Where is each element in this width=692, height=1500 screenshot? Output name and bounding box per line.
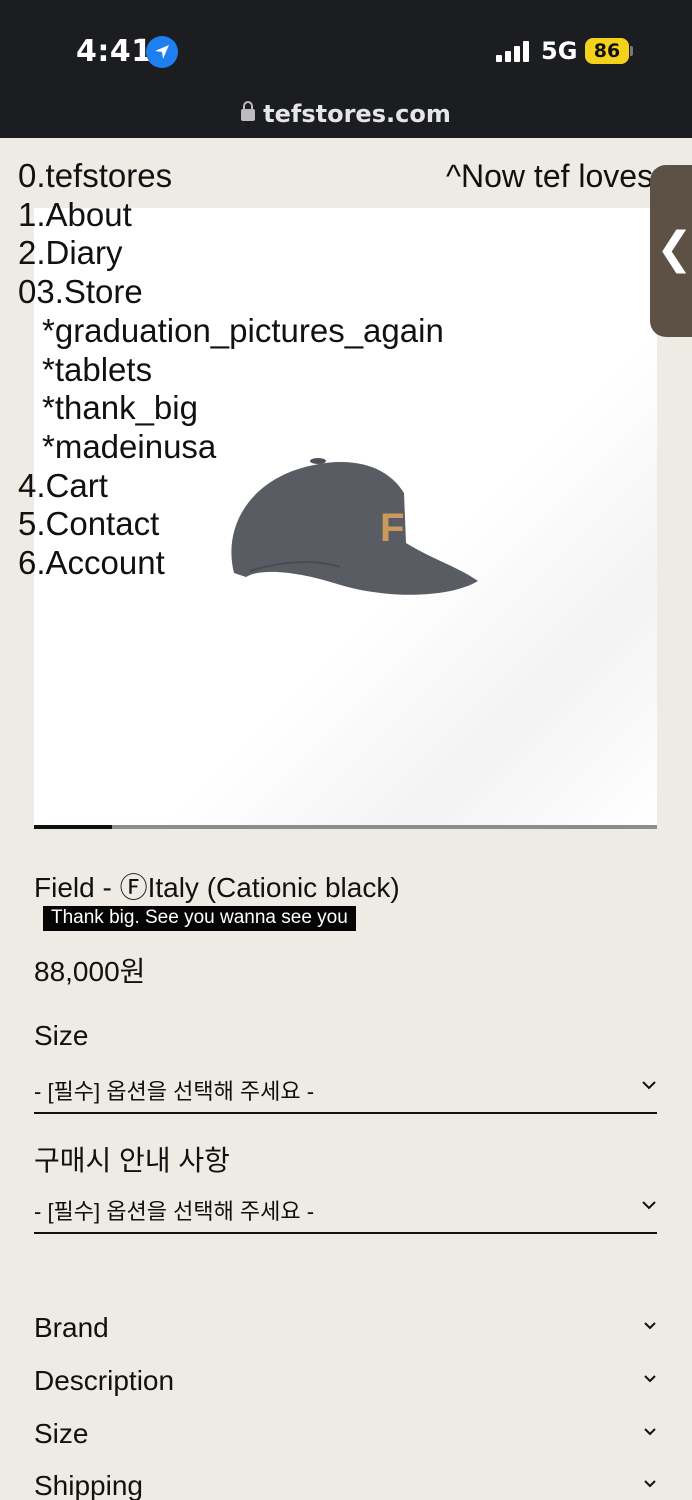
chevron-down-icon <box>642 1201 656 1210</box>
top-marquee-text: ^Now tef loves <box>446 158 654 194</box>
nav-subitem-madeinusa[interactable]: *madeinusa <box>18 428 444 467</box>
nav-item-about[interactable]: 1.About <box>18 196 444 235</box>
battery-tip <box>630 46 633 56</box>
chevron-left-icon: ❮ <box>656 223 692 274</box>
chevron-down-icon <box>642 1081 656 1090</box>
nav-item-contact[interactable]: 5.Contact <box>18 505 444 544</box>
accordion-brand[interactable]: Brand <box>34 1312 657 1352</box>
network-type: 5G <box>541 37 578 65</box>
status-bar: 4:41 5G 86 tefstores.com <box>0 0 692 138</box>
location-arrow-icon <box>146 36 178 68</box>
gallery-progress-track <box>34 825 657 829</box>
nav-item-account[interactable]: 6.Account <box>18 544 444 583</box>
cellular-signal-icon <box>496 40 532 62</box>
site-navigation: 0.tefstores 1.About 2.Diary 03.Store *gr… <box>18 157 444 583</box>
size-select-value: - [필수] 옵션을 선택해 주세요 - <box>34 1079 315 1104</box>
url-bar[interactable]: tefstores.com <box>0 100 692 128</box>
url-text: tefstores.com <box>263 100 451 128</box>
product-tagline: Thank big. See you wanna see you <box>43 906 356 931</box>
chevron-down-icon <box>644 1480 656 1488</box>
accordion-brand-label: Brand <box>34 1312 109 1343</box>
product-title: Field - ⒻItaly (Cationic black) <box>34 872 400 903</box>
accordion-size-label: Size <box>34 1418 89 1449</box>
accordion-description-label: Description <box>34 1365 175 1396</box>
chevron-down-icon <box>644 1322 656 1330</box>
chevron-down-icon <box>644 1428 656 1436</box>
gallery-progress-indicator <box>34 825 112 829</box>
size-select[interactable]: - [필수] 옵션을 선택해 주세요 - <box>34 1068 657 1114</box>
side-panel-tab[interactable]: ❮ <box>650 165 692 337</box>
nav-subitem-tablets[interactable]: *tablets <box>18 351 444 390</box>
purchase-notice-select-value: - [필수] 옵션을 선택해 주세요 - <box>34 1199 315 1224</box>
option-label-purchase-notice: 구매시 안내 사항 <box>34 1145 230 1176</box>
chevron-down-icon <box>644 1375 656 1383</box>
lock-icon <box>241 101 256 121</box>
product-price: 88,000원 <box>34 956 146 987</box>
accordion-size[interactable]: Size <box>34 1418 657 1458</box>
status-time: 4:41 <box>76 34 153 69</box>
nav-item-cart[interactable]: 4.Cart <box>18 467 444 506</box>
accordion-shipping-label: Shipping <box>34 1470 143 1500</box>
nav-item-store[interactable]: 03.Store <box>18 273 444 312</box>
battery-icon: 86 <box>585 38 629 64</box>
accordion-description[interactable]: Description <box>34 1365 657 1405</box>
accordion-shipping[interactable]: Shipping <box>34 1470 657 1500</box>
nav-item-diary[interactable]: 2.Diary <box>18 234 444 273</box>
option-label-size: Size <box>34 1020 89 1051</box>
purchase-notice-select[interactable]: - [필수] 옵션을 선택해 주세요 - <box>34 1188 657 1234</box>
nav-subitem-thank-big[interactable]: *thank_big <box>18 389 444 428</box>
nav-item-home[interactable]: 0.tefstores <box>18 157 444 196</box>
nav-subitem-graduation-pictures-again[interactable]: *graduation_pictures_again <box>18 312 444 351</box>
